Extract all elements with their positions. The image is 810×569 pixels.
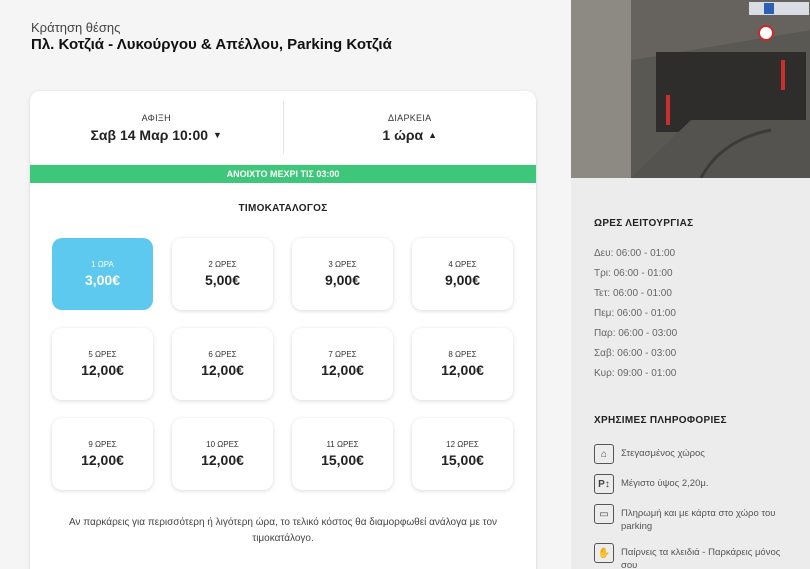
- info-item-covered: ⌂ Στεγασμένος χώρος: [594, 444, 794, 464]
- page-subtitle: Κράτηση θέσης: [31, 20, 121, 35]
- arrival-label: ΑΦΙΞΗ: [141, 112, 171, 123]
- price-tile-7h[interactable]: 7 ΩΡΕΣ 12,00€: [292, 328, 393, 400]
- duration-value-text: 1 ώρα: [382, 126, 424, 143]
- tile-label: 7 ΩΡΕΣ: [328, 350, 357, 359]
- pricing-note: Αν παρκάρεις για περισσότερη ή λιγότερη …: [68, 517, 498, 544]
- pricelist-title: ΤΙΜΟΚΑΤΑΛΟΓΟΣ: [238, 203, 328, 214]
- info-text: Παίρνεις τα κλειδιά - Παρκάρεις μόνος σο…: [621, 547, 781, 569]
- info-sidebar: ΩΡΕΣ ΛΕΙΤΟΥΡΓΙΑΣ Δευ: 06:00 - 01:00 Τρι:…: [571, 178, 810, 569]
- hours-row: Τετ: 06:00 - 01:00: [594, 288, 672, 299]
- page-title: Πλ. Κοτζιά - Λυκούργου & Απέλλου, Parkin…: [31, 36, 392, 53]
- tile-label: 8 ΩΡΕΣ: [448, 350, 477, 359]
- info-item-self-park: ✋ Παίρνεις τα κλειδιά - Παρκάρεις μόνος …: [594, 543, 794, 569]
- covered-garage-icon: ⌂: [594, 444, 614, 464]
- price-tile-9h[interactable]: 9 ΩΡΕΣ 12,00€: [52, 418, 153, 490]
- parking-entrance-photo: [571, 0, 810, 178]
- hours-row: Δευ: 06:00 - 01:00: [594, 248, 676, 259]
- price-tile-6h[interactable]: 6 ΩΡΕΣ 12,00€: [172, 328, 273, 400]
- price-tile-11h[interactable]: 11 ΩΡΕΣ 15,00€: [292, 418, 393, 490]
- tile-price: 12,00€: [441, 362, 484, 378]
- info-text: Μέγιστο ύψος 2,20μ.: [621, 478, 709, 489]
- tile-label: 1 ΩΡΑ: [91, 260, 114, 269]
- hours-row: Κυρ: 09:00 - 01:00: [594, 368, 677, 379]
- page-header: Κράτηση θέσης Πλ. Κοτζιά - Λυκούργου & Α…: [31, 20, 392, 53]
- parking-photo-illustration: [571, 0, 810, 178]
- info-item-card-payment: ▭ Πληρωμή και με κάρτα στο χώρο του park…: [594, 504, 794, 533]
- price-tile-10h[interactable]: 10 ΩΡΕΣ 12,00€: [172, 418, 273, 490]
- duration-label: ΔΙΑΡΚΕΙΑ: [388, 112, 432, 123]
- tile-label: 6 ΩΡΕΣ: [208, 350, 237, 359]
- tile-price: 3,00€: [84, 272, 121, 288]
- useful-info-title: ΧΡΗΣΙΜΕΣ ΠΛΗΡΟΦΟΡΙΕΣ: [594, 415, 727, 426]
- hours-row: Πεμ: 06:00 - 01:00: [594, 308, 676, 319]
- price-grid: 1 ΩΡΑ 3,00€ 2 ΩΡΕΣ 5,00€ 3 ΩΡΕΣ 9,00€ 4 ΩΡΕ…: [52, 238, 514, 490]
- tile-price: 12,00€: [81, 362, 124, 378]
- info-text: Πληρωμή και με κάρτα στο χώρο του parkin…: [621, 508, 776, 532]
- price-tile-1h[interactable]: 1 ΩΡΑ 3,00€: [52, 238, 153, 310]
- tile-label: 9 ΩΡΕΣ: [88, 440, 117, 449]
- tile-price: 12,00€: [321, 362, 364, 378]
- hours-row: Παρ: 06:00 - 03:00: [594, 328, 678, 339]
- caret-up-icon: ▲: [428, 129, 438, 140]
- price-tile-12h[interactable]: 12 ΩΡΕΣ 15,00€: [412, 418, 513, 490]
- opening-hours-list: Δευ: 06:00 - 01:00 Τρι: 06:00 - 01:00 Τε…: [594, 248, 677, 388]
- tile-price: 12,00€: [201, 362, 244, 378]
- tile-label: 3 ΩΡΕΣ: [328, 260, 357, 269]
- self-park-key-icon: ✋: [594, 543, 614, 563]
- info-item-height: P↕ Μέγιστο ύψος 2,20μ.: [594, 474, 794, 494]
- height-limit-icon: P↕: [594, 474, 614, 494]
- tile-price: 5,00€: [204, 272, 241, 288]
- tile-label: 10 ΩΡΕΣ: [206, 440, 239, 449]
- tile-label: 2 ΩΡΕΣ: [208, 260, 237, 269]
- tile-label: 11 ΩΡΕΣ: [326, 440, 359, 449]
- tile-label: 5 ΩΡΕΣ: [88, 350, 117, 359]
- tile-label: 12 ΩΡΕΣ: [446, 440, 479, 449]
- price-tile-3h[interactable]: 3 ΩΡΕΣ 9,00€: [292, 238, 393, 310]
- booking-card: ΑΦΙΞΗ Σαβ 14 Μαρ 10:00 ▼ ΔΙΑΡΚΕΙΑ 1 ώρα ▲ …: [30, 91, 536, 569]
- useful-info-list: ⌂ Στεγασμένος χώρος P↕ Μέγιστο ύψος 2,20…: [594, 444, 794, 569]
- info-text: Στεγασμένος χώρος: [621, 448, 705, 459]
- price-tile-4h[interactable]: 4 ΩΡΕΣ 9,00€: [412, 238, 513, 310]
- booking-page: Κράτηση θέσης Πλ. Κοτζιά - Λυκούργου & Α…: [0, 0, 810, 569]
- opening-hours-title: ΩΡΕΣ ΛΕΙΤΟΥΡΓΙΑΣ: [594, 218, 694, 229]
- tile-price: 15,00€: [321, 452, 364, 468]
- arrival-selector[interactable]: ΑΦΙΞΗ Σαβ 14 Μαρ 10:00 ▼: [30, 91, 283, 164]
- hours-row: Σαβ: 06:00 - 03:00: [594, 348, 677, 359]
- tile-price: 9,00€: [444, 272, 481, 288]
- caret-down-icon: ▼: [213, 129, 222, 140]
- tile-price: 9,00€: [324, 272, 361, 288]
- price-tile-2h[interactable]: 2 ΩΡΕΣ 5,00€: [172, 238, 273, 310]
- card-payment-icon: ▭: [594, 504, 614, 524]
- hours-row: Τρι: 06:00 - 01:00: [594, 268, 673, 279]
- tile-price: 15,00€: [441, 452, 484, 468]
- duration-selector[interactable]: ΔΙΑΡΚΕΙΑ 1 ώρα ▲: [282, 101, 537, 154]
- booking-selectors: ΑΦΙΞΗ Σαβ 14 Μαρ 10:00 ▼ ΔΙΑΡΚΕΙΑ 1 ώρα ▲: [30, 91, 536, 165]
- arrival-value-text: Σαβ 14 Μαρ 10:00: [90, 126, 209, 143]
- tile-label: 4 ΩΡΕΣ: [448, 260, 477, 269]
- open-status-bar: ΑΝΟΙΧΤΟ ΜΕΧΡΙ ΤΙΣ 03:00: [30, 165, 536, 183]
- price-tile-5h[interactable]: 5 ΩΡΕΣ 12,00€: [52, 328, 153, 400]
- tile-price: 12,00€: [81, 452, 124, 468]
- tile-price: 12,00€: [201, 452, 244, 468]
- price-tile-8h[interactable]: 8 ΩΡΕΣ 12,00€: [412, 328, 513, 400]
- arrival-value: Σαβ 14 Μαρ 10:00 ▼: [91, 127, 222, 143]
- duration-value: 1 ώρα ▲: [382, 127, 437, 143]
